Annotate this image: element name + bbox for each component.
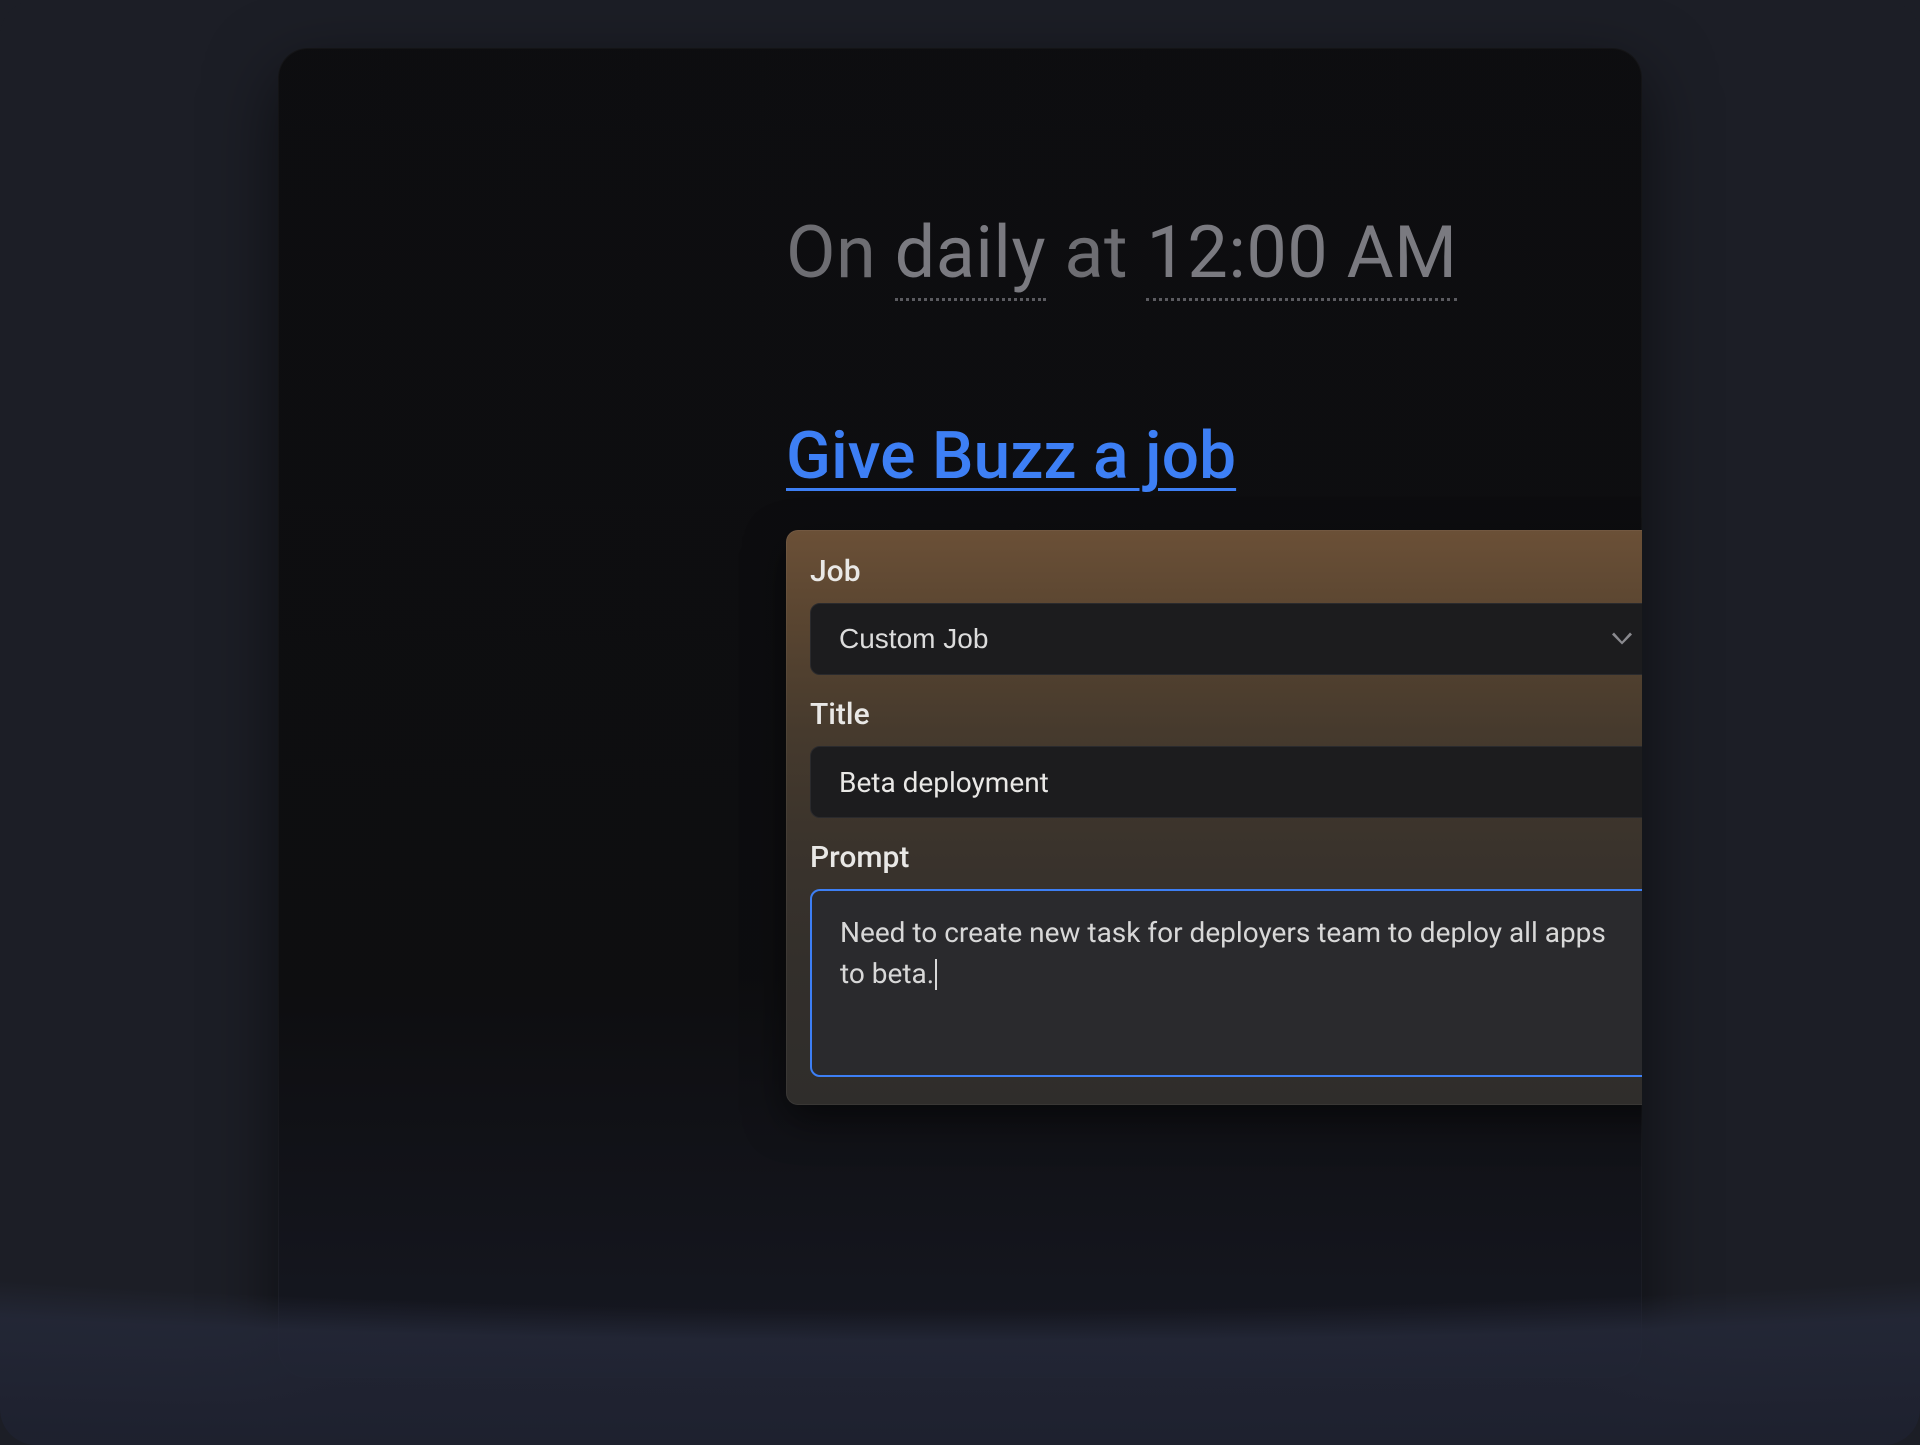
job-label: Job: [810, 554, 1642, 589]
job-select-wrap: Custom Job: [810, 603, 1642, 675]
job-select[interactable]: Custom Job: [810, 603, 1642, 675]
job-form-card: Job Custom Job Title Prompt Need to crea…: [786, 530, 1642, 1105]
schedule-separator: at: [1046, 210, 1146, 295]
chevron-down-icon: [1612, 630, 1632, 649]
prompt-label: Prompt: [810, 840, 1642, 875]
schedule-frequency-link[interactable]: daily: [895, 210, 1046, 301]
main-window: On daily at 12:00 AM Give Buzz a job Job…: [278, 48, 1642, 1378]
give-buzz-job-link[interactable]: Give Buzz a job: [786, 418, 1236, 495]
schedule-time-link[interactable]: 12:00 AM: [1146, 210, 1457, 301]
prompt-textarea[interactable]: Need to create new task for deployers te…: [810, 889, 1642, 1077]
title-input[interactable]: [810, 746, 1642, 818]
schedule-summary: On daily at 12:00 AM: [786, 210, 1457, 295]
prompt-text: Need to create new task for deployers te…: [840, 916, 1613, 990]
app-canvas: On daily at 12:00 AM Give Buzz a job Job…: [0, 0, 1920, 1445]
text-cursor-icon: [935, 959, 937, 990]
job-select-value: Custom Job: [839, 623, 988, 655]
title-label: Title: [810, 697, 1642, 732]
prompt-field-group: Prompt Need to create new task for deplo…: [810, 840, 1642, 1077]
title-field-group: Title: [810, 697, 1642, 818]
job-field-group: Job Custom Job: [810, 554, 1642, 675]
schedule-prefix: On: [786, 210, 895, 295]
